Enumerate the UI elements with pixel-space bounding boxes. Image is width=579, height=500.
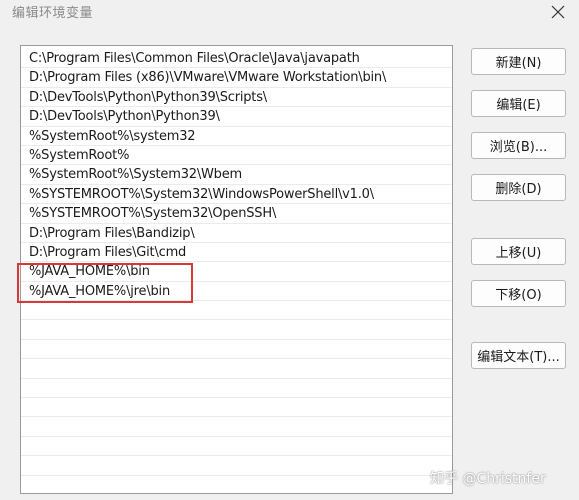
empty-row[interactable] xyxy=(21,379,452,399)
empty-row[interactable] xyxy=(21,359,452,379)
list-item[interactable]: D:\DevTools\Python\Python39\Scripts\ xyxy=(21,88,452,108)
list-item[interactable]: %JAVA_HOME%\bin xyxy=(21,262,452,282)
title-bar: 编辑环境变量 xyxy=(0,0,579,26)
new-button[interactable]: 新建(N) xyxy=(471,48,566,75)
browse-button[interactable]: 浏览(B)... xyxy=(471,132,566,159)
close-button[interactable] xyxy=(543,0,573,24)
list-item[interactable]: %SYSTEMROOT%\System32\OpenSSH\ xyxy=(21,204,452,224)
list-item[interactable]: %SystemRoot%\System32\Wbem xyxy=(21,165,452,185)
list-item[interactable]: %SYSTEMROOT%\System32\WindowsPowerShell\… xyxy=(21,185,452,205)
list-item[interactable]: D:\DevTools\Python\Python39\ xyxy=(21,107,452,127)
edit-text-button[interactable]: 编辑文本(T)... xyxy=(471,342,566,369)
list-item[interactable]: D:\Program Files\Git\cmd xyxy=(21,243,452,263)
move-up-button[interactable]: 上移(U) xyxy=(471,238,566,265)
list-item[interactable]: C:\Program Files\Common Files\Oracle\Jav… xyxy=(21,49,452,69)
list-item[interactable]: %SystemRoot%\system32 xyxy=(21,127,452,146)
list-item[interactable]: D:\Program Files\Bandizip\ xyxy=(21,224,452,243)
path-entries-list[interactable]: C:\Program Files\Common Files\Oracle\Jav… xyxy=(20,45,453,494)
empty-row[interactable] xyxy=(21,320,452,340)
list-item[interactable]: %JAVA_HOME%\jre\bin xyxy=(21,282,452,302)
move-down-button[interactable]: 下移(O) xyxy=(471,280,566,307)
empty-row[interactable] xyxy=(21,398,452,418)
empty-row[interactable] xyxy=(21,456,452,476)
watermark: 知乎 @Christnfer xyxy=(430,471,546,487)
empty-row[interactable] xyxy=(21,437,452,457)
list-item[interactable]: D:\Program Files (x86)\VMware\VMware Wor… xyxy=(21,68,452,88)
edit-button[interactable]: 编辑(E) xyxy=(471,90,566,117)
close-icon xyxy=(551,5,565,19)
empty-row[interactable] xyxy=(21,476,452,493)
empty-row[interactable] xyxy=(21,417,452,437)
empty-row[interactable] xyxy=(21,340,452,360)
empty-row[interactable] xyxy=(21,301,452,321)
list-item[interactable]: %SystemRoot% xyxy=(21,146,452,166)
edit-env-variable-dialog: 编辑环境变量 C:\Program Files\Common Files\Ora… xyxy=(0,0,579,500)
window-title: 编辑环境变量 xyxy=(12,6,94,21)
delete-button[interactable]: 删除(D) xyxy=(471,174,566,201)
